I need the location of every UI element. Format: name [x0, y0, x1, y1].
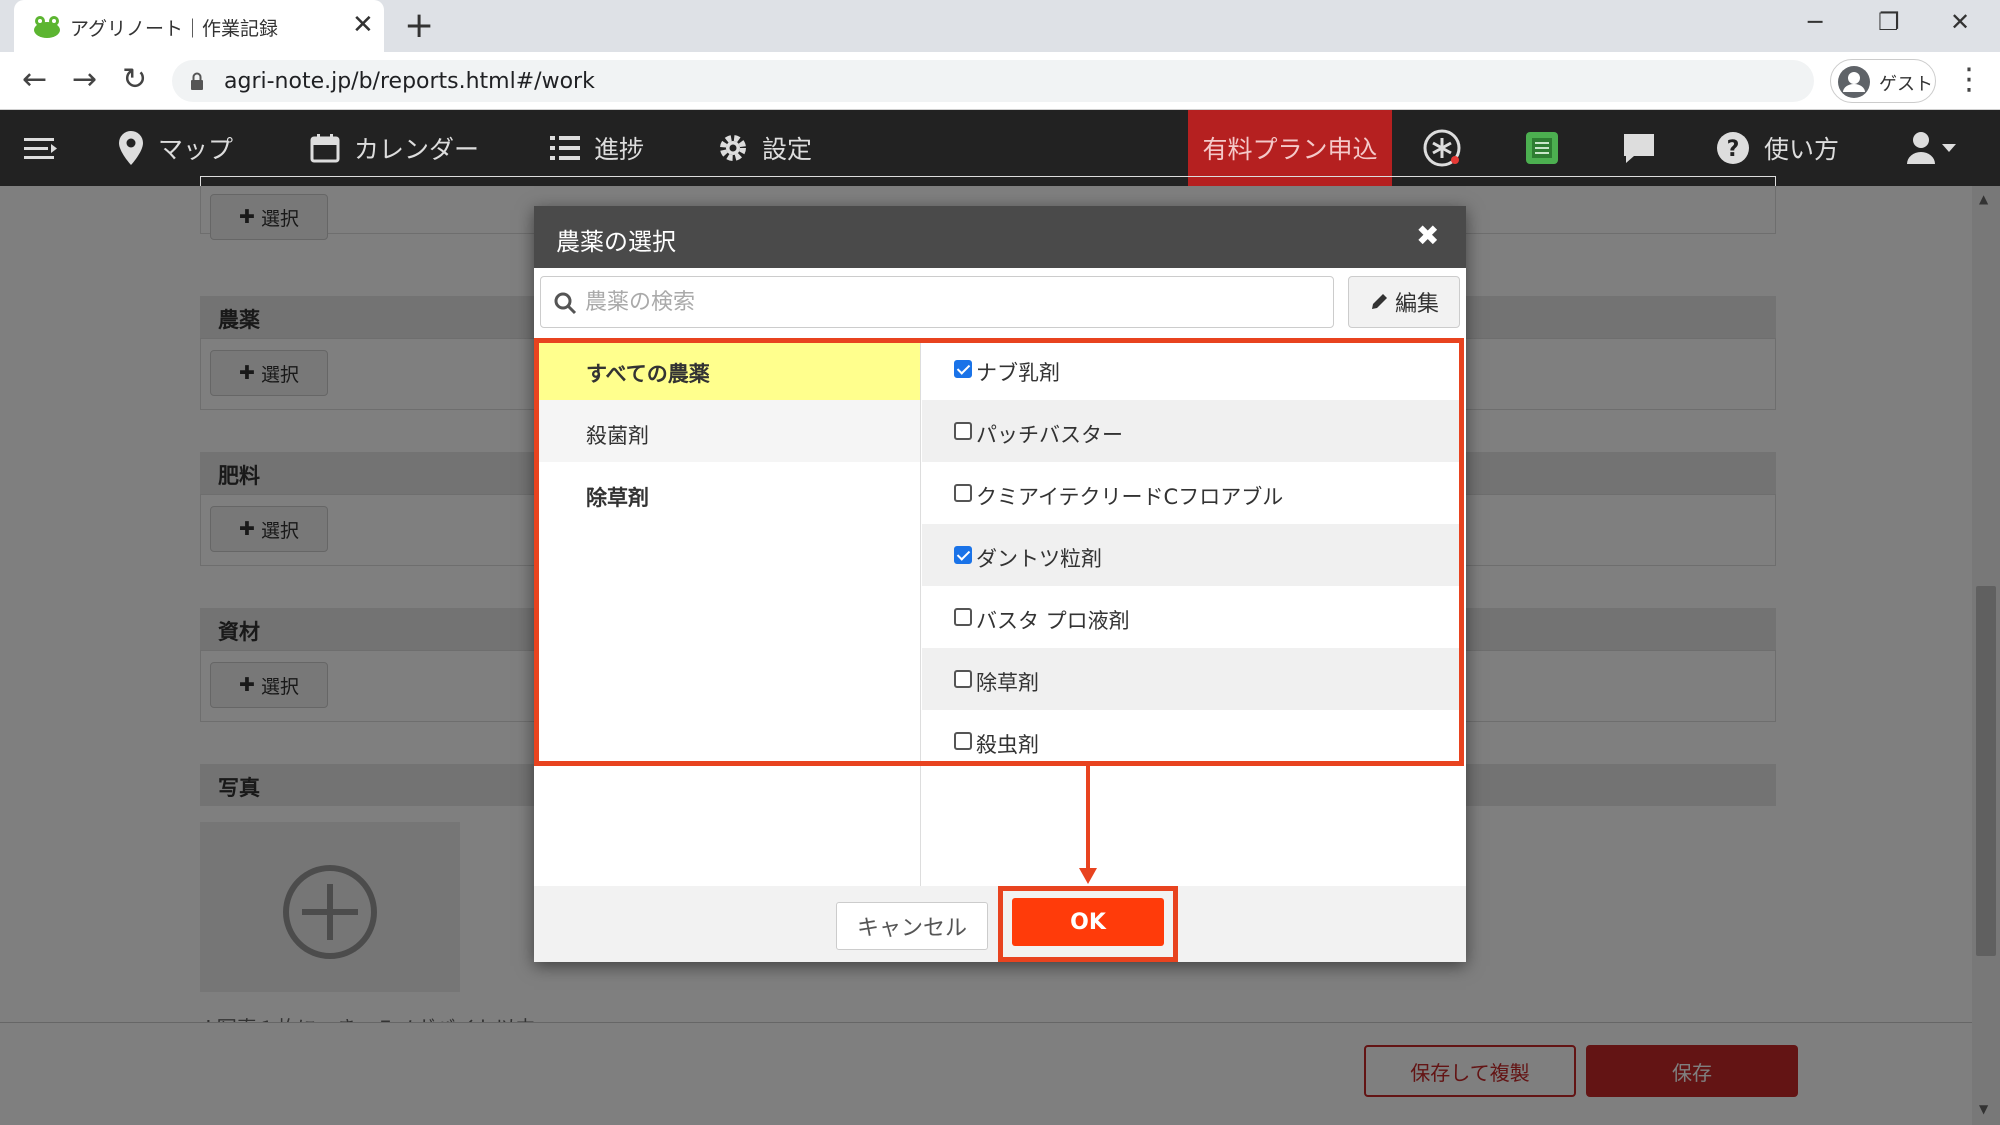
modal-close-icon[interactable]: ✖: [1416, 220, 1439, 252]
tab-title: アグリノート｜作業記録: [70, 18, 279, 40]
address-bar[interactable]: agri-note.jp/b/reports.html#/work: [172, 60, 1814, 102]
modal-header: 農薬の選択 ✖: [534, 206, 1466, 268]
reload-button[interactable]: ↻: [122, 62, 147, 98]
calendar-icon: [310, 134, 340, 163]
minimize-button[interactable]: ─: [1808, 6, 1822, 38]
edit-button[interactable]: 編集: [1348, 276, 1460, 328]
highlight-box-list: [534, 338, 1464, 766]
nav-settings-label: 設定: [762, 135, 813, 164]
pencil-icon: [1371, 294, 1387, 309]
browser-tabstrip: アグリノート｜作業記録 ✕ + ─ ❐ ✕: [0, 0, 2000, 52]
tab-close-icon[interactable]: ✕: [352, 9, 374, 41]
book-icon[interactable]: [1524, 130, 1560, 166]
paid-plan-button[interactable]: 有料プラン申込: [1188, 110, 1392, 186]
browser-tab[interactable]: アグリノート｜作業記録 ✕: [14, 0, 384, 52]
search-icon: [554, 292, 577, 315]
new-tab-button[interactable]: +: [404, 6, 434, 46]
nav-calendar-label: カレンダー: [354, 135, 480, 164]
app-navbar: マップ カレンダー 進捗 設定 有料プラン申込 ? 使い方: [0, 110, 2000, 186]
pesticide-search-input[interactable]: [585, 283, 1325, 321]
asterisk-badge-icon[interactable]: [1422, 128, 1462, 168]
user-menu-icon[interactable]: [1906, 130, 1956, 166]
nav-progress[interactable]: 進捗: [550, 110, 644, 186]
edit-label: 編集: [1394, 292, 1439, 317]
nav-help-label: 使い方: [1764, 135, 1840, 164]
restore-button[interactable]: ❐: [1878, 6, 1900, 38]
frog-favicon-icon: [34, 16, 60, 38]
window-close-button[interactable]: ✕: [1950, 6, 1970, 38]
nav-progress-label: 進捗: [594, 135, 645, 164]
arrow-down-icon: [1079, 766, 1097, 884]
cancel-button[interactable]: キャンセル: [836, 902, 988, 950]
nav-map[interactable]: マップ: [118, 110, 233, 186]
forward-button[interactable]: →: [72, 62, 97, 98]
nav-calendar[interactable]: カレンダー: [310, 110, 479, 186]
profile-button[interactable]: ゲスト: [1830, 59, 1936, 103]
pesticide-search-box: [540, 276, 1334, 328]
modal-title: 農薬の選択: [556, 228, 676, 256]
list-icon: [550, 136, 580, 160]
nav-help[interactable]: ? 使い方: [1716, 110, 1839, 186]
highlight-box-ok: [998, 886, 1178, 962]
help-icon: ?: [1717, 132, 1749, 164]
svg-text:?: ?: [1727, 137, 1740, 162]
gear-icon: [720, 135, 746, 161]
map-pin-icon: [119, 131, 143, 165]
chat-icon[interactable]: [1622, 132, 1656, 164]
profile-label: ゲスト: [1879, 74, 1933, 95]
lock-icon: [191, 72, 203, 90]
nav-map-label: マップ: [158, 135, 234, 164]
back-button[interactable]: ←: [22, 62, 47, 98]
nav-settings[interactable]: 設定: [718, 110, 812, 186]
url-text[interactable]: agri-note.jp/b/reports.html#/work: [224, 69, 595, 94]
menu-toggle-icon[interactable]: [24, 136, 58, 162]
browser-toolbar: ← → ↻ agri-note.jp/b/reports.html#/work …: [0, 52, 2000, 110]
account-icon: [1838, 66, 1870, 98]
browser-menu-icon[interactable]: ⋮: [1954, 62, 1984, 98]
